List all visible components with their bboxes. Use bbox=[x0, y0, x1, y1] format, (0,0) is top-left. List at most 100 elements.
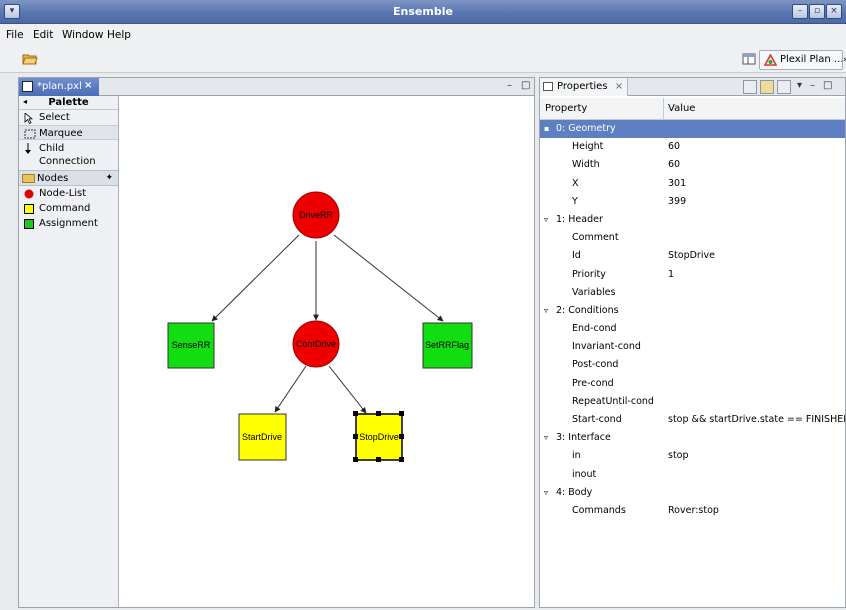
open-perspective-icon[interactable] bbox=[742, 52, 756, 66]
menu-file[interactable]: File bbox=[6, 29, 24, 41]
palette-assignment[interactable]: Assignment bbox=[19, 216, 118, 231]
property-category-row[interactable]: ▪ 0: Geometry bbox=[540, 120, 845, 139]
edge-contdrive-stopdrive[interactable] bbox=[328, 365, 367, 414]
property-value[interactable]: stop bbox=[668, 450, 689, 461]
property-key-text: inout bbox=[572, 468, 597, 480]
property-value[interactable]: stop && startDrive.state == FINISHED bbox=[668, 414, 845, 425]
property-value[interactable]: Rover:stop bbox=[668, 505, 719, 516]
property-row[interactable]: in stop bbox=[540, 447, 845, 465]
palette-drawer-nodes[interactable]: Nodes ✦ bbox=[19, 170, 118, 186]
property-category-label: ▿ 2: Conditions bbox=[544, 305, 619, 316]
property-row[interactable]: Height 60 bbox=[540, 138, 845, 156]
property-row[interactable]: Id StopDrive bbox=[540, 247, 845, 265]
column-header-property[interactable]: Property bbox=[545, 103, 587, 114]
property-row[interactable]: Y 399 bbox=[540, 193, 845, 211]
properties-tab[interactable]: Properties × bbox=[540, 78, 628, 96]
property-value[interactable]: 60 bbox=[668, 159, 680, 170]
menu-edit[interactable]: Edit bbox=[33, 29, 53, 41]
show-categories-icon[interactable] bbox=[743, 80, 757, 94]
properties-maximize-button[interactable]: □ bbox=[823, 80, 832, 91]
property-row[interactable]: RepeatUntil-cond bbox=[540, 393, 845, 411]
property-row[interactable]: Comment bbox=[540, 229, 845, 247]
close-tab-icon[interactable]: × bbox=[84, 80, 92, 91]
palette-collapse-icon[interactable]: ◂ bbox=[23, 97, 27, 106]
property-row[interactable]: Post-cond bbox=[540, 356, 845, 374]
minimize-window-button[interactable]: – bbox=[792, 4, 808, 19]
node-startdrive[interactable]: StartDrive bbox=[238, 413, 287, 461]
palette-title: Palette bbox=[48, 97, 89, 108]
editor-maximize-button[interactable]: □ bbox=[521, 80, 530, 91]
expand-arrow-icon[interactable]: ▪ bbox=[544, 124, 556, 133]
restore-default-icon[interactable] bbox=[777, 80, 791, 94]
properties-minimize-button[interactable]: – bbox=[810, 80, 815, 91]
property-row[interactable]: Start-cond stop && startDrive.state == FI… bbox=[540, 411, 845, 429]
pin-icon[interactable]: ✦ bbox=[105, 173, 113, 183]
column-header-value[interactable]: Value bbox=[668, 103, 695, 114]
property-row[interactable]: Invariant-cond bbox=[540, 338, 845, 356]
node-stopdrive[interactable]: StopDrive bbox=[353, 411, 404, 462]
perspective-plexil-plan-tab[interactable]: Plexil Plan ... bbox=[759, 50, 843, 70]
property-category-row[interactable]: ▿ 4: Body bbox=[540, 484, 845, 502]
maximize-window-button[interactable]: ▫ bbox=[809, 4, 825, 19]
property-value[interactable]: 301 bbox=[668, 178, 686, 189]
property-key-text: 4: Body bbox=[556, 486, 593, 498]
menu-window[interactable]: Window bbox=[62, 29, 103, 41]
node-contdrive[interactable]: ContDrive bbox=[292, 320, 340, 368]
property-value[interactable]: StopDrive bbox=[668, 250, 715, 261]
property-row[interactable]: End-cond bbox=[540, 320, 845, 338]
diagram-canvas[interactable]: DriveRR SenseRR ContDrive SetRRFlag Star… bbox=[120, 96, 534, 607]
property-value[interactable]: 1 bbox=[668, 269, 674, 280]
palette-node-list[interactable]: Node-List bbox=[19, 186, 118, 201]
property-value[interactable]: 60 bbox=[668, 141, 680, 152]
close-tab-icon[interactable]: × bbox=[615, 81, 623, 92]
edge-contdrive-startdrive[interactable] bbox=[274, 365, 307, 413]
property-category-label: ▿ 1: Header bbox=[544, 214, 603, 225]
property-key: inout bbox=[572, 469, 596, 480]
property-key-text: 2: Conditions bbox=[556, 304, 619, 316]
property-category-row[interactable]: ▿ 1: Header bbox=[540, 211, 845, 229]
property-key-text: Variables bbox=[572, 286, 616, 298]
property-row[interactable]: Width 60 bbox=[540, 156, 845, 174]
node-setrrflag[interactable]: SetRRFlag bbox=[422, 322, 473, 369]
column-divider[interactable] bbox=[663, 98, 664, 120]
node-label: SenseRR bbox=[172, 340, 211, 350]
palette-tool-select[interactable]: Select bbox=[19, 110, 118, 125]
palette-header[interactable]: ◂ Palette bbox=[19, 96, 118, 110]
property-row[interactable]: Variables bbox=[540, 284, 845, 302]
property-key-text: 3: Interface bbox=[556, 432, 611, 444]
editor-minimize-button[interactable]: – bbox=[507, 80, 512, 91]
node-senserr[interactable]: SenseRR bbox=[167, 322, 215, 369]
property-row[interactable]: inout bbox=[540, 466, 845, 484]
node-label: SetRRFlag bbox=[425, 340, 469, 350]
collapse-arrow-icon[interactable]: ▿ bbox=[544, 215, 556, 224]
edge-driverr-setrrflag[interactable] bbox=[333, 234, 444, 322]
palette-command[interactable]: Command bbox=[19, 201, 118, 216]
edge-driverr-senserr[interactable] bbox=[211, 234, 300, 322]
collapse-arrow-icon[interactable]: ▿ bbox=[544, 306, 556, 315]
property-key: Start-cond bbox=[572, 414, 622, 425]
properties-view: Properties × ▾ – □ Property Value ▪ 0: Ge… bbox=[539, 77, 846, 608]
collapse-arrow-icon[interactable]: ▿ bbox=[544, 433, 556, 442]
menu-help[interactable]: Help bbox=[107, 29, 131, 41]
property-row[interactable]: Priority 1 bbox=[540, 266, 845, 284]
node-driverr[interactable]: DriveRR bbox=[292, 191, 340, 239]
property-value[interactable]: 399 bbox=[668, 196, 686, 207]
property-row[interactable]: X 301 bbox=[540, 175, 845, 193]
property-row[interactable]: Pre-cond bbox=[540, 375, 845, 393]
node-label: StartDrive bbox=[242, 432, 282, 442]
palette-tool-child-connection[interactable]: Child Connection bbox=[19, 140, 118, 170]
property-category-row[interactable]: ▿ 3: Interface bbox=[540, 429, 845, 447]
property-row[interactable]: Commands Rover:stop bbox=[540, 502, 845, 520]
property-category-row[interactable]: ▿ 2: Conditions bbox=[540, 302, 845, 320]
close-window-button[interactable]: × bbox=[826, 4, 842, 19]
show-advanced-icon[interactable] bbox=[760, 80, 774, 94]
marquee-icon bbox=[24, 129, 36, 139]
view-menu-icon[interactable]: ▾ bbox=[797, 80, 802, 91]
editor-tab-plan[interactable]: *plan.pxl × bbox=[19, 78, 99, 96]
folder-open-icon[interactable] bbox=[22, 52, 38, 66]
collapse-arrow-icon[interactable]: ▿ bbox=[544, 488, 556, 497]
property-key-text: Id bbox=[572, 250, 581, 262]
plan-editor: *plan.pxl × – □ ◂ Palette Select Marquee bbox=[18, 77, 535, 608]
palette-drawer-label: Nodes bbox=[37, 173, 69, 184]
palette-tool-marquee[interactable]: Marquee bbox=[19, 125, 118, 140]
